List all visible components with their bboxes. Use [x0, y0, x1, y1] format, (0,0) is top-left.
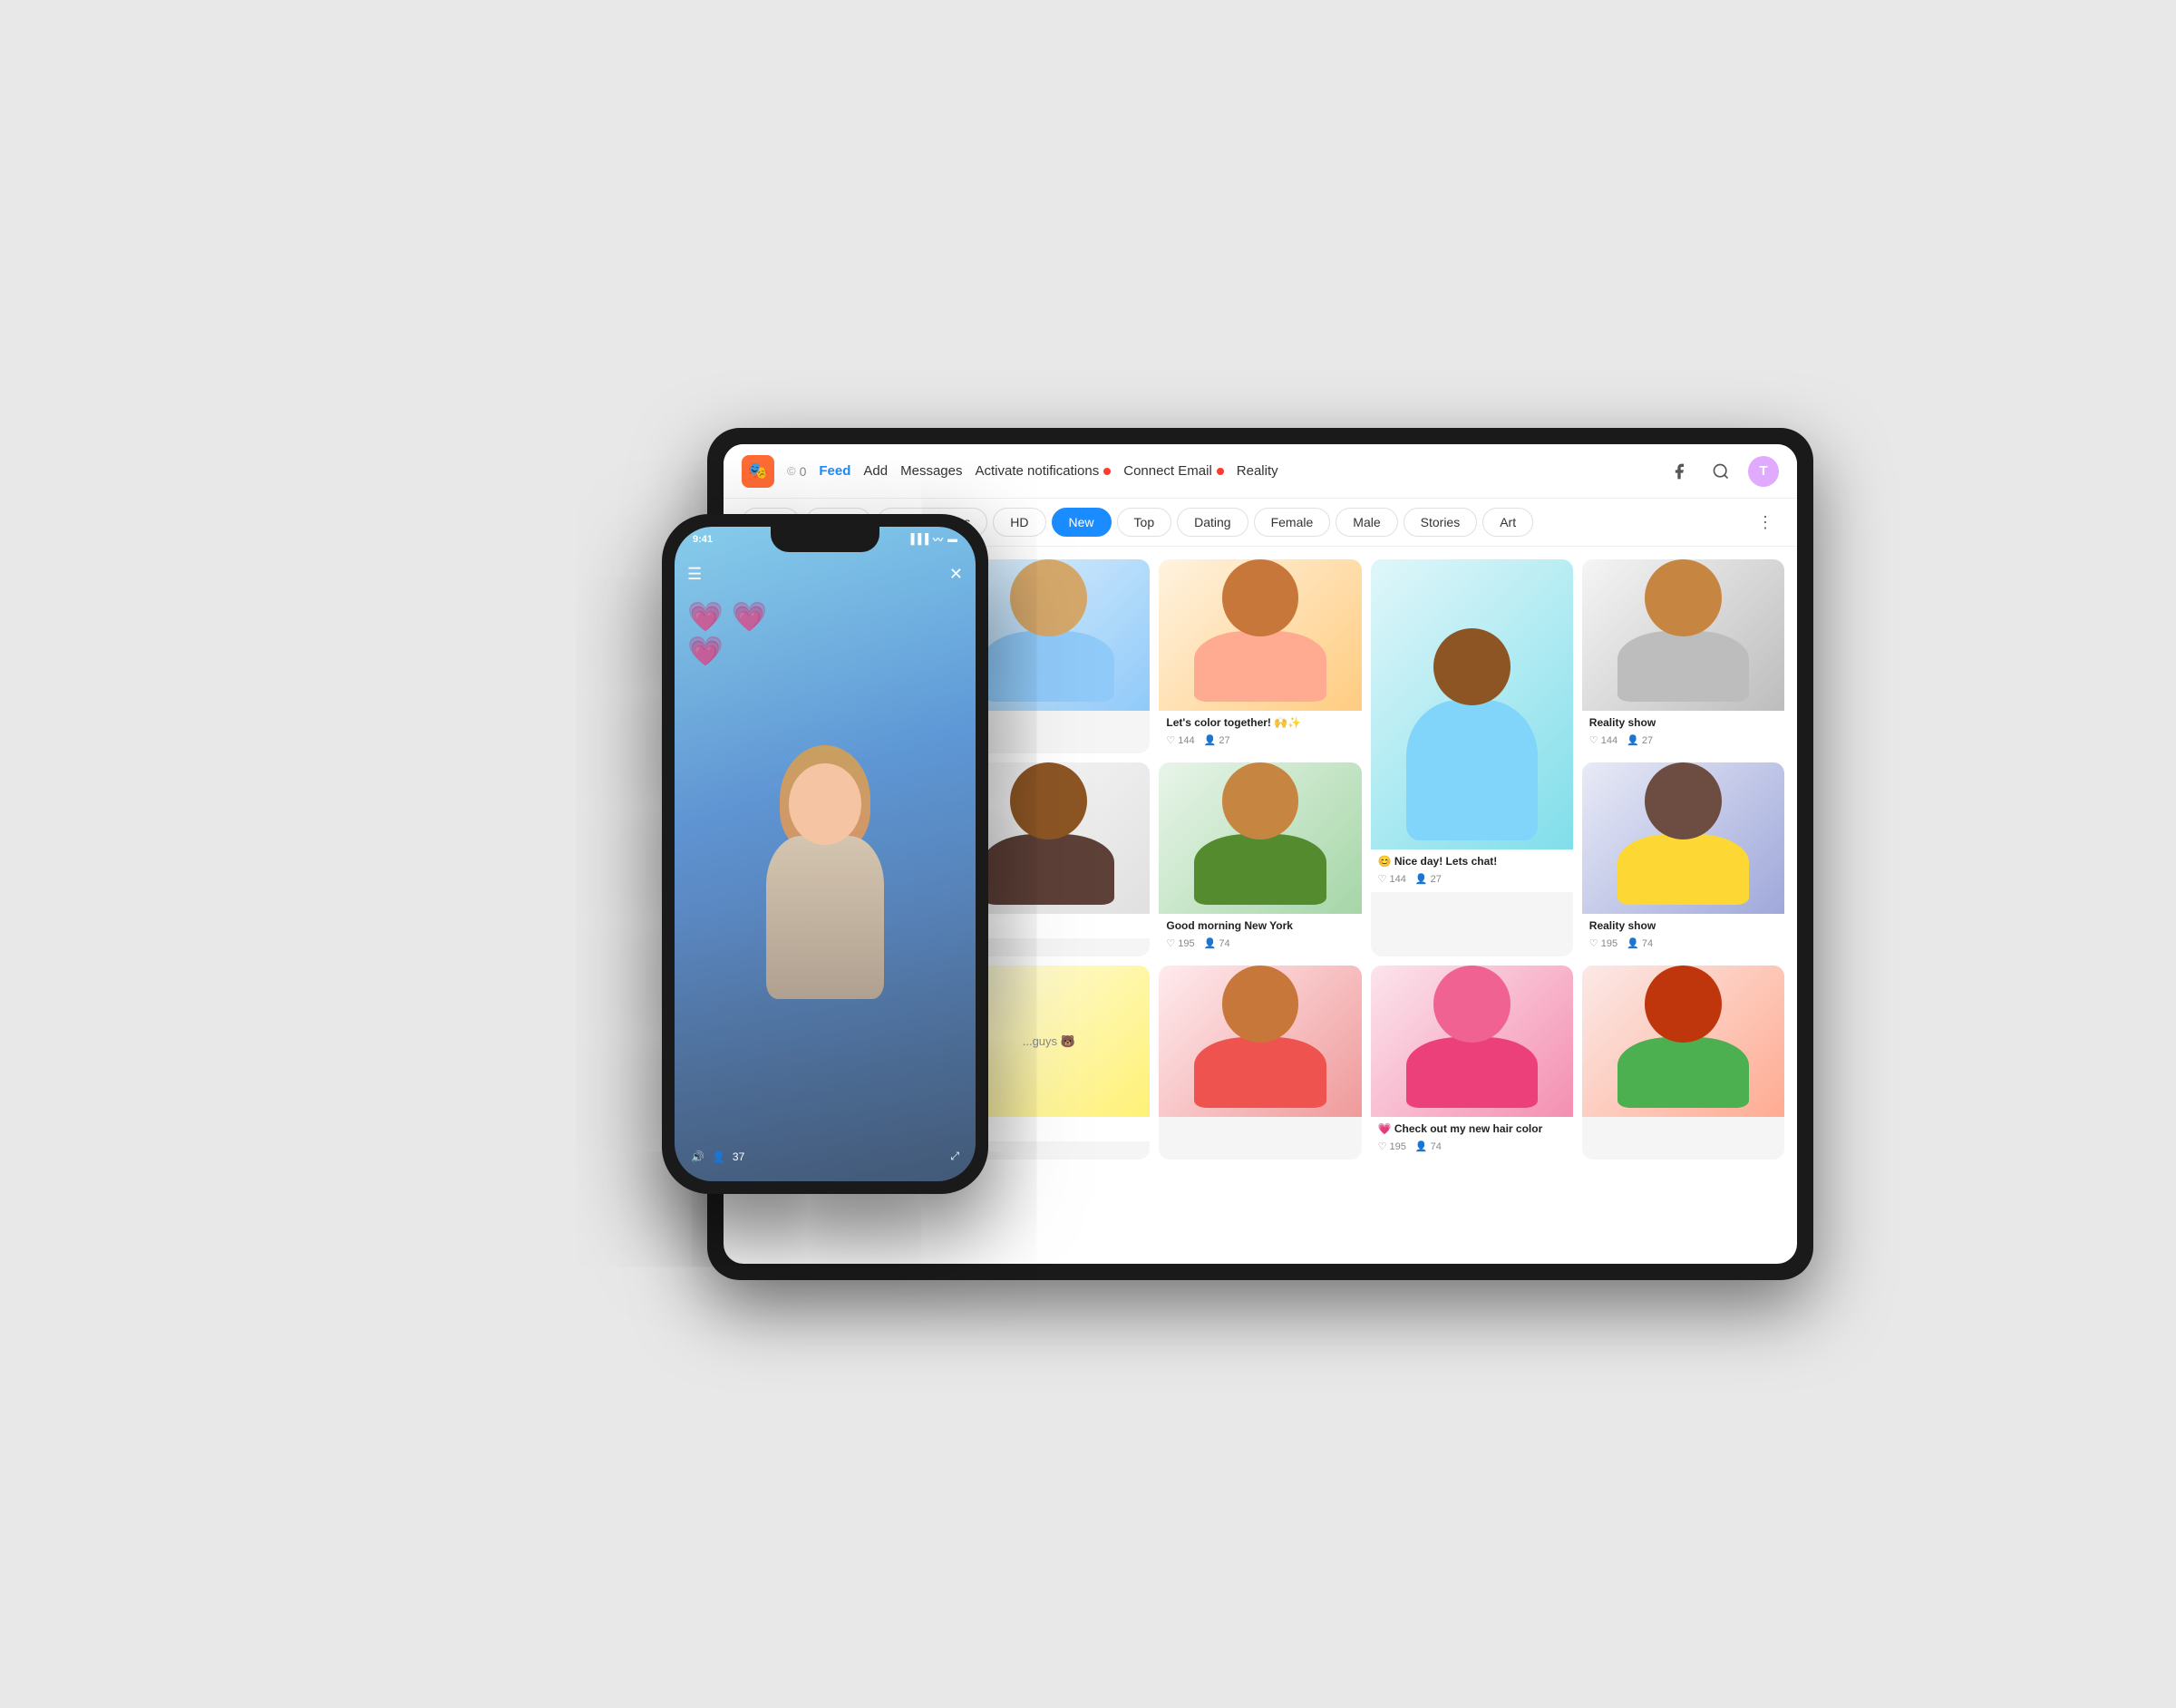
card-4-title: 😊 Nice day! Lets chat!: [1378, 855, 1566, 869]
card-13[interactable]: 💗 Check out my new hair color ♡ 195 👤 74: [1371, 966, 1573, 1160]
hamburger-menu-icon[interactable]: ☰: [687, 565, 702, 584]
nav-add[interactable]: Add: [863, 463, 888, 479]
card-14[interactable]: [1582, 966, 1784, 1160]
email-dot: [1217, 468, 1224, 475]
card-5-title: Reality show: [1589, 716, 1777, 731]
tabs-more-button[interactable]: ⋮: [1752, 509, 1779, 536]
phone-live-content: [675, 617, 976, 1181]
coins-count: 0: [800, 464, 807, 479]
card-8-title: Good morning New York: [1166, 919, 1354, 934]
tab-dating[interactable]: Dating: [1177, 508, 1248, 537]
phone-time: 9:41: [693, 534, 713, 545]
search-icon-btn[interactable]: [1706, 457, 1735, 486]
phone-bottom-controls: 🔊 👤 37 ⤢: [675, 1150, 976, 1163]
card-5-viewers: 👤 27: [1627, 734, 1653, 746]
tab-hd[interactable]: HD: [993, 508, 1045, 537]
phone-volume-viewers: 🔊 👤 37: [691, 1150, 744, 1163]
phone-viewers-count: 37: [733, 1150, 744, 1163]
phone-notch: [771, 527, 879, 552]
nav-reality[interactable]: Reality: [1237, 463, 1278, 479]
card-4-likes: ♡ 144: [1378, 873, 1406, 885]
card-9-viewers: 👤 74: [1627, 937, 1653, 949]
tab-art[interactable]: Art: [1482, 508, 1533, 537]
card-13-viewers: 👤 74: [1415, 1140, 1442, 1152]
tab-male[interactable]: Male: [1336, 508, 1397, 537]
phone-shell: 💗 💗💗 9:41 ▐▐▐ 〰 ▬ ☰ ✕: [662, 514, 988, 1194]
tab-top[interactable]: Top: [1117, 508, 1172, 537]
phone-expand: ⤢: [950, 1150, 959, 1163]
notification-dot: [1103, 468, 1111, 475]
phone-close-icon[interactable]: ✕: [949, 565, 963, 584]
coin-icon: ©: [787, 464, 796, 478]
signal-bars-icon: ▐▐▐: [908, 534, 928, 545]
card-8[interactable]: Good morning New York ♡ 195 👤 74: [1159, 762, 1361, 956]
card-12[interactable]: [1159, 966, 1361, 1160]
card-9[interactable]: Reality show ♡ 195 👤 74: [1582, 762, 1784, 956]
card-3-likes: ♡ 144: [1166, 734, 1194, 746]
wifi-icon: 〰: [933, 532, 943, 547]
nav-connect-email[interactable]: Connect Email: [1123, 463, 1224, 479]
card-5[interactable]: Reality show ♡ 144 👤 27: [1582, 559, 1784, 753]
card-5-likes: ♡ 144: [1589, 734, 1617, 746]
card-9-title: Reality show: [1589, 919, 1777, 934]
expand-icon[interactable]: ⤢: [950, 1150, 959, 1163]
card-3-title: Let's color together! 🙌✨: [1166, 716, 1354, 731]
nav-feed[interactable]: Feed: [819, 463, 850, 479]
card-9-likes: ♡ 195: [1589, 937, 1617, 949]
user-avatar[interactable]: T: [1748, 456, 1779, 487]
card-13-likes: ♡ 195: [1378, 1140, 1406, 1152]
card-3[interactable]: Let's color together! 🙌✨ ♡ 144 👤 27: [1159, 559, 1361, 753]
phone-screen: 💗 💗💗 9:41 ▐▐▐ 〰 ▬ ☰ ✕: [675, 527, 976, 1181]
card-4[interactable]: 😊 Nice day! Lets chat! ♡ 144 👤 27: [1371, 559, 1573, 956]
card-8-likes: ♡ 195: [1166, 937, 1194, 949]
phone-signal-icons: ▐▐▐ 〰 ▬: [908, 532, 957, 547]
facebook-icon-btn[interactable]: [1665, 457, 1694, 486]
card-8-viewers: 👤 74: [1204, 937, 1230, 949]
tab-female[interactable]: Female: [1254, 508, 1331, 537]
phone-bg: 💗 💗💗 9:41 ▐▐▐ 〰 ▬ ☰ ✕: [675, 527, 976, 1181]
phone-live-bar: ☰ ✕: [675, 559, 976, 589]
volume-icon[interactable]: 🔊: [691, 1150, 704, 1163]
battery-icon: ▬: [947, 534, 957, 545]
navbar: 🎭 © 0 Feed Add Messages Activate notific…: [724, 444, 1797, 499]
phone-viewers-icon: 👤: [712, 1150, 725, 1163]
card-3-viewers: 👤 27: [1204, 734, 1230, 746]
tab-new[interactable]: New: [1052, 508, 1112, 537]
nav-messages[interactable]: Messages: [900, 463, 962, 479]
card-13-title: 💗 Check out my new hair color: [1378, 1122, 1566, 1137]
card-4-viewers: 👤 27: [1415, 873, 1442, 885]
nav-activate-notifications[interactable]: Activate notifications: [975, 463, 1111, 479]
coins-display: © 0: [787, 464, 806, 479]
app-logo[interactable]: 🎭: [742, 455, 774, 488]
tab-stories[interactable]: Stories: [1404, 508, 1478, 537]
